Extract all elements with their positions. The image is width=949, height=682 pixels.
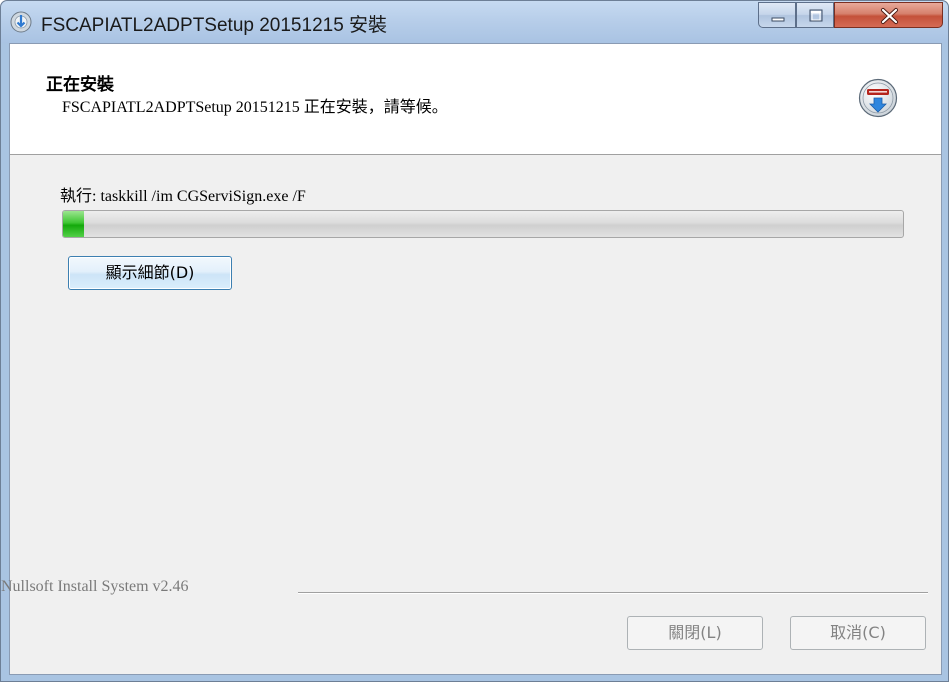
minimize-button[interactable] xyxy=(758,2,796,28)
maximize-icon xyxy=(809,9,823,22)
page-title: 正在安裝 xyxy=(46,75,114,95)
page-subtitle: FSCAPIATL2ADPTSetup 20151215 正在安裝，請等候。 xyxy=(62,99,448,116)
installer-window: FSCAPIATL2ADPTSetup 20151215 安裝 正在安裝 FSC… xyxy=(0,0,949,682)
status-text: 執行: taskkill /im CGServiSign.exe /F xyxy=(60,188,306,205)
title-bar[interactable]: FSCAPIATL2ADPTSetup 20151215 安裝 xyxy=(1,1,948,43)
window-title: FSCAPIATL2ADPTSetup 20151215 安裝 xyxy=(41,15,388,36)
installer-disc-icon xyxy=(10,11,32,33)
show-details-button[interactable]: 顯示細節(D) xyxy=(68,256,232,290)
close-window-button[interactable] xyxy=(834,2,943,28)
divider xyxy=(298,592,928,594)
progress-bar-fill xyxy=(63,211,84,237)
caption-buttons xyxy=(758,2,943,30)
installer-body: 正在安裝 FSCAPIATL2ADPTSetup 20151215 正在安裝，請… xyxy=(1,43,942,675)
close-button[interactable]: 關閉(L) xyxy=(627,616,763,650)
close-icon xyxy=(881,8,898,24)
progress-bar xyxy=(62,210,904,238)
minimize-icon xyxy=(771,17,785,22)
header-panel: 正在安裝 FSCAPIATL2ADPTSetup 20151215 正在安裝，請… xyxy=(10,44,941,155)
nsis-logo-icon xyxy=(858,78,898,118)
maximize-button[interactable] xyxy=(796,2,834,28)
branding-text: Nullsoft Install System v2.46 xyxy=(1,578,189,595)
cancel-button[interactable]: 取消(C) xyxy=(790,616,926,650)
